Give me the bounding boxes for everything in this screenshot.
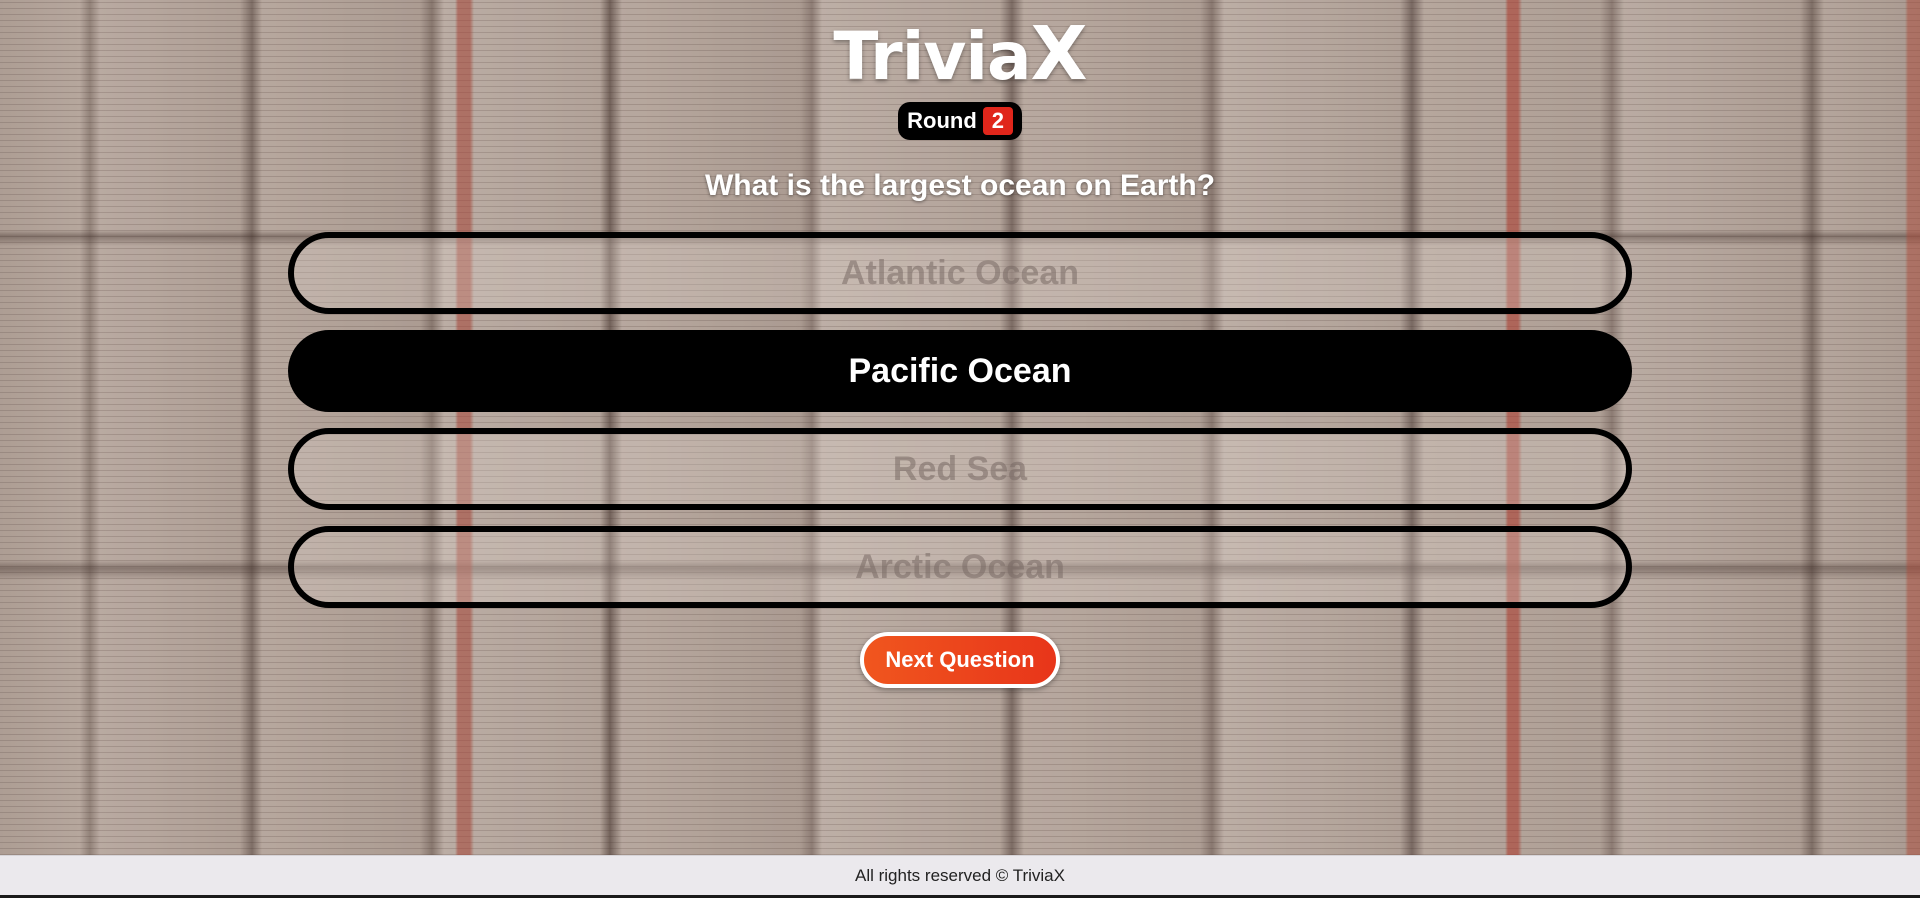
page-footer: All rights reserved © TriviaX [0, 855, 1920, 898]
logo-text: Trivia [833, 18, 1031, 95]
round-label: Round [907, 108, 977, 133]
logo-x: X [1030, 11, 1088, 97]
round-number: 2 [982, 107, 1013, 135]
answer-option-atlantic[interactable]: Atlantic Ocean [288, 232, 1632, 314]
answer-option-label: Arctic Ocean [855, 547, 1065, 586]
app-logo: TriviaX [0, 17, 1920, 95]
round-badge: Round 2 [898, 102, 1022, 140]
answer-option-red-sea[interactable]: Red Sea [288, 428, 1632, 510]
next-question-button[interactable]: Next Question [860, 632, 1060, 688]
next-question-label: Next Question [885, 647, 1035, 672]
answer-options: Atlantic Ocean Pacific Ocean Red Sea Arc… [288, 232, 1632, 624]
answer-option-label: Atlantic Ocean [840, 253, 1080, 292]
answer-option-pacific[interactable]: Pacific Ocean [288, 330, 1632, 412]
question-text: What is the largest ocean on Earth? [704, 169, 1216, 202]
answer-option-label: Pacific Ocean [848, 351, 1072, 390]
quiz-container: TriviaX Round 2 What is the largest ocea… [0, 0, 1920, 855]
footer-copyright: All rights reserved © TriviaX [855, 865, 1065, 885]
answer-option-label: Red Sea [892, 449, 1028, 488]
answer-option-arctic[interactable]: Arctic Ocean [288, 526, 1632, 608]
